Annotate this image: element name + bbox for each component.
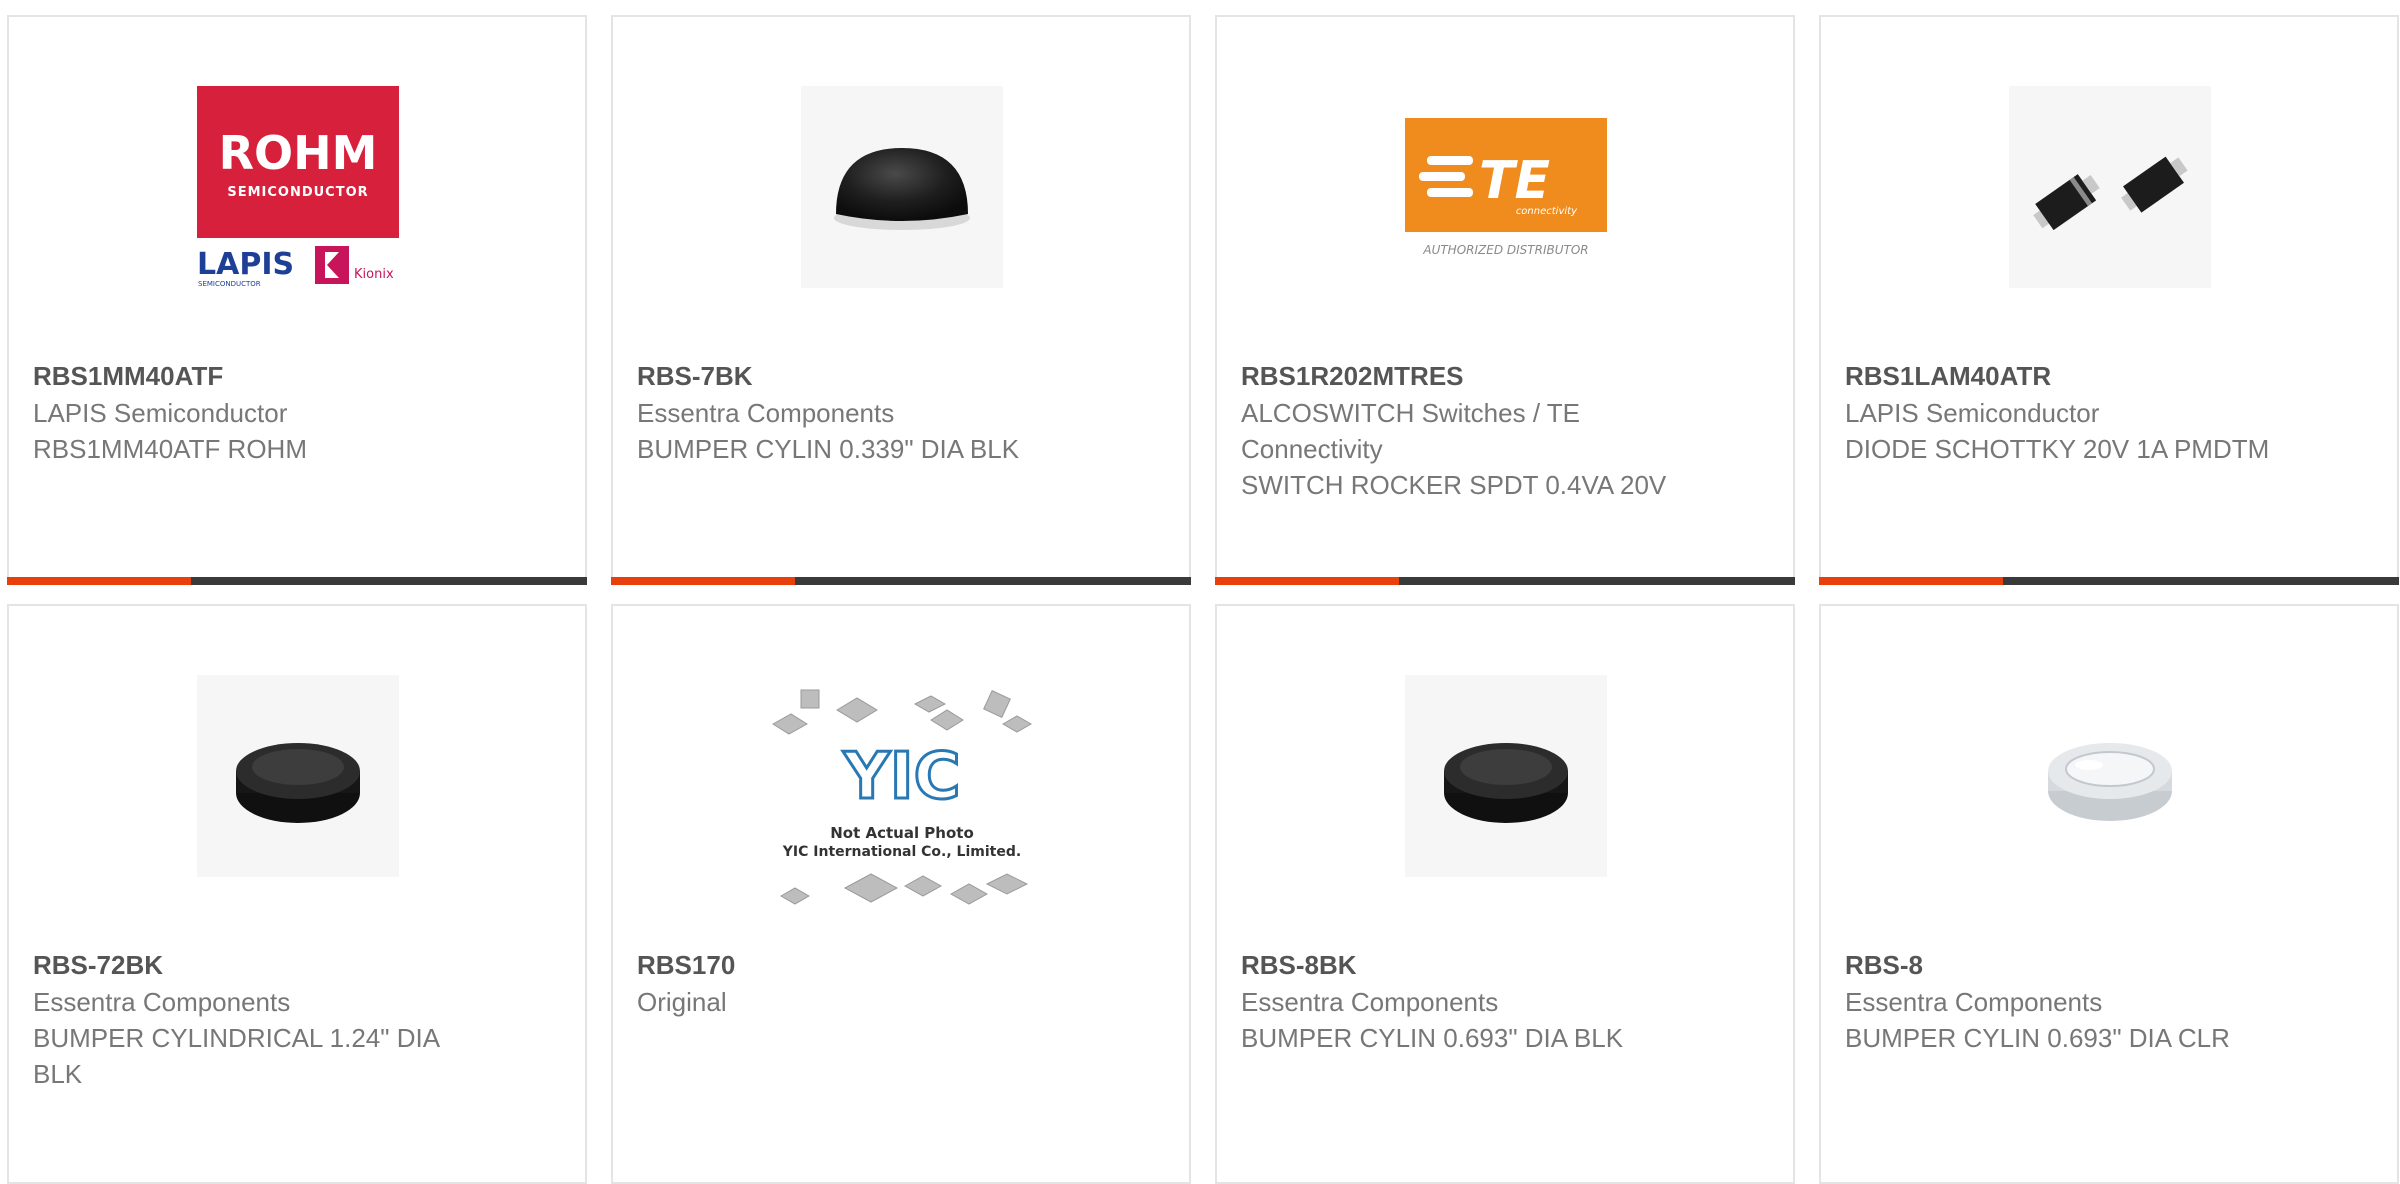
- part-number[interactable]: RBS1MM40ATF: [33, 357, 473, 395]
- card-accent-bar: [1215, 577, 1795, 585]
- product-card[interactable]: RBS1LAM40ATR LAPIS Semiconductor DIODE S…: [1819, 15, 2399, 585]
- yic-caption-line2: YIC International Co., Limited.: [782, 844, 1021, 860]
- manufacturer: Essentra Components: [33, 987, 291, 1017]
- product-image[interactable]: ROHM SEMICONDUCTOR LAPIS SEMICONDUCTOR K…: [197, 86, 399, 288]
- product-info: RBS-72BK Essentra Components BUMPER CYLI…: [33, 946, 473, 1092]
- product-info: RBS170 Original: [637, 946, 1077, 1020]
- product-card[interactable]: RBS-72BK Essentra Components BUMPER CYLI…: [7, 604, 587, 1184]
- manufacturer: ALCOSWITCH Switches / TE Connectivity: [1241, 398, 1581, 464]
- description: DIODE SCHOTTKY 20V 1A PMDTM: [1845, 434, 2270, 464]
- rohm-logo-subtext: SEMICONDUCTOR: [227, 185, 368, 200]
- description: BUMPER CYLINDRICAL 1.24" DIA BLK: [33, 1023, 439, 1089]
- te-connectivity-logo: TE connectivity AUTHORIZED DISTRIBUTOR: [1405, 118, 1607, 257]
- rohm-logo-text: ROHM: [219, 126, 378, 180]
- product-info: RBS-7BK Essentra Components BUMPER CYLIN…: [637, 357, 1077, 467]
- product-card[interactable]: RBS-8 Essentra Components BUMPER CYLIN 0…: [1819, 604, 2399, 1184]
- product-card[interactable]: RBS-7BK Essentra Components BUMPER CYLIN…: [611, 15, 1191, 585]
- manufacturer: LAPIS Semiconductor: [33, 398, 288, 428]
- description: BUMPER CYLIN 0.693" DIA CLR: [1845, 1023, 2230, 1053]
- te-logo-subtext: connectivity: [1516, 206, 1578, 217]
- description: BUMPER CYLIN 0.693" DIA BLK: [1241, 1023, 1624, 1053]
- part-number[interactable]: RBS1R202MTRES: [1241, 357, 1681, 395]
- product-image[interactable]: [2009, 86, 2211, 288]
- lapis-logo-subtext: SEMICONDUCTOR: [198, 280, 261, 288]
- description: RBS1MM40ATF ROHM: [33, 434, 307, 464]
- yic-caption-line1: Not Actual Photo: [830, 824, 974, 842]
- product-image[interactable]: [801, 86, 1003, 288]
- description: SWITCH ROCKER SPDT 0.4VA 20V: [1241, 470, 1667, 500]
- te-caption: AUTHORIZED DISTRIBUTOR: [1422, 243, 1588, 257]
- manufacturer: Essentra Components: [1845, 987, 2103, 1017]
- part-number[interactable]: RBS-7BK: [637, 357, 1077, 395]
- product-info: RBS1R202MTRES ALCOSWITCH Switches / TE C…: [1241, 357, 1681, 503]
- product-info: RBS-8 Essentra Components BUMPER CYLIN 0…: [1845, 946, 2285, 1056]
- product-image[interactable]: [197, 675, 399, 877]
- product-card[interactable]: RBS-8BK Essentra Components BUMPER CYLIN…: [1215, 604, 1795, 1184]
- part-number[interactable]: RBS170: [637, 946, 1077, 984]
- lapis-logo-text: LAPIS: [197, 247, 294, 282]
- yic-logo-text: YIC: [842, 740, 960, 814]
- part-number[interactable]: RBS-8BK: [1241, 946, 1681, 984]
- manufacturer: Original: [637, 987, 727, 1017]
- manufacturer: Essentra Components: [1241, 987, 1499, 1017]
- product-image[interactable]: [2009, 675, 2211, 877]
- black-cylinder-bumper: [236, 743, 360, 823]
- card-accent-bar: [1819, 577, 2399, 585]
- product-info: RBS-8BK Essentra Components BUMPER CYLIN…: [1241, 946, 1681, 1056]
- product-image[interactable]: TE connectivity AUTHORIZED DISTRIBUTOR: [1405, 86, 1607, 288]
- black-dome-bumper: [834, 148, 970, 230]
- card-accent-bar: [611, 577, 1191, 585]
- product-image[interactable]: YIC Not Actual Photo YIC International C…: [771, 688, 1033, 924]
- part-number[interactable]: RBS1LAM40ATR: [1845, 357, 2285, 395]
- kionix-logo-text: Kionix: [354, 267, 394, 282]
- te-logo-text: TE: [1479, 151, 1550, 211]
- product-image[interactable]: [1405, 675, 1607, 877]
- black-cylinder-bumper: [1444, 743, 1568, 823]
- product-card[interactable]: YIC Not Actual Photo YIC International C…: [611, 604, 1191, 1184]
- manufacturer: LAPIS Semiconductor: [1845, 398, 2100, 428]
- card-accent-bar: [7, 577, 587, 585]
- smd-diode-packages: [2033, 156, 2188, 231]
- manufacturer: Essentra Components: [637, 398, 895, 428]
- part-number[interactable]: RBS-72BK: [33, 946, 473, 984]
- yic-placeholder: YIC Not Actual Photo YIC International C…: [772, 689, 1033, 905]
- product-card[interactable]: ROHM SEMICONDUCTOR LAPIS SEMICONDUCTOR K…: [7, 15, 587, 585]
- product-info: RBS1MM40ATF LAPIS Semiconductor RBS1MM40…: [33, 357, 473, 467]
- description: BUMPER CYLIN 0.339" DIA BLK: [637, 434, 1020, 464]
- product-info: RBS1LAM40ATR LAPIS Semiconductor DIODE S…: [1845, 357, 2285, 467]
- product-card[interactable]: TE connectivity AUTHORIZED DISTRIBUTOR R…: [1215, 15, 1795, 585]
- part-number[interactable]: RBS-8: [1845, 946, 2285, 984]
- rohm-lapis-kionix-logo: ROHM SEMICONDUCTOR LAPIS SEMICONDUCTOR K…: [197, 86, 399, 288]
- clear-cylinder-bumper: [2048, 743, 2172, 821]
